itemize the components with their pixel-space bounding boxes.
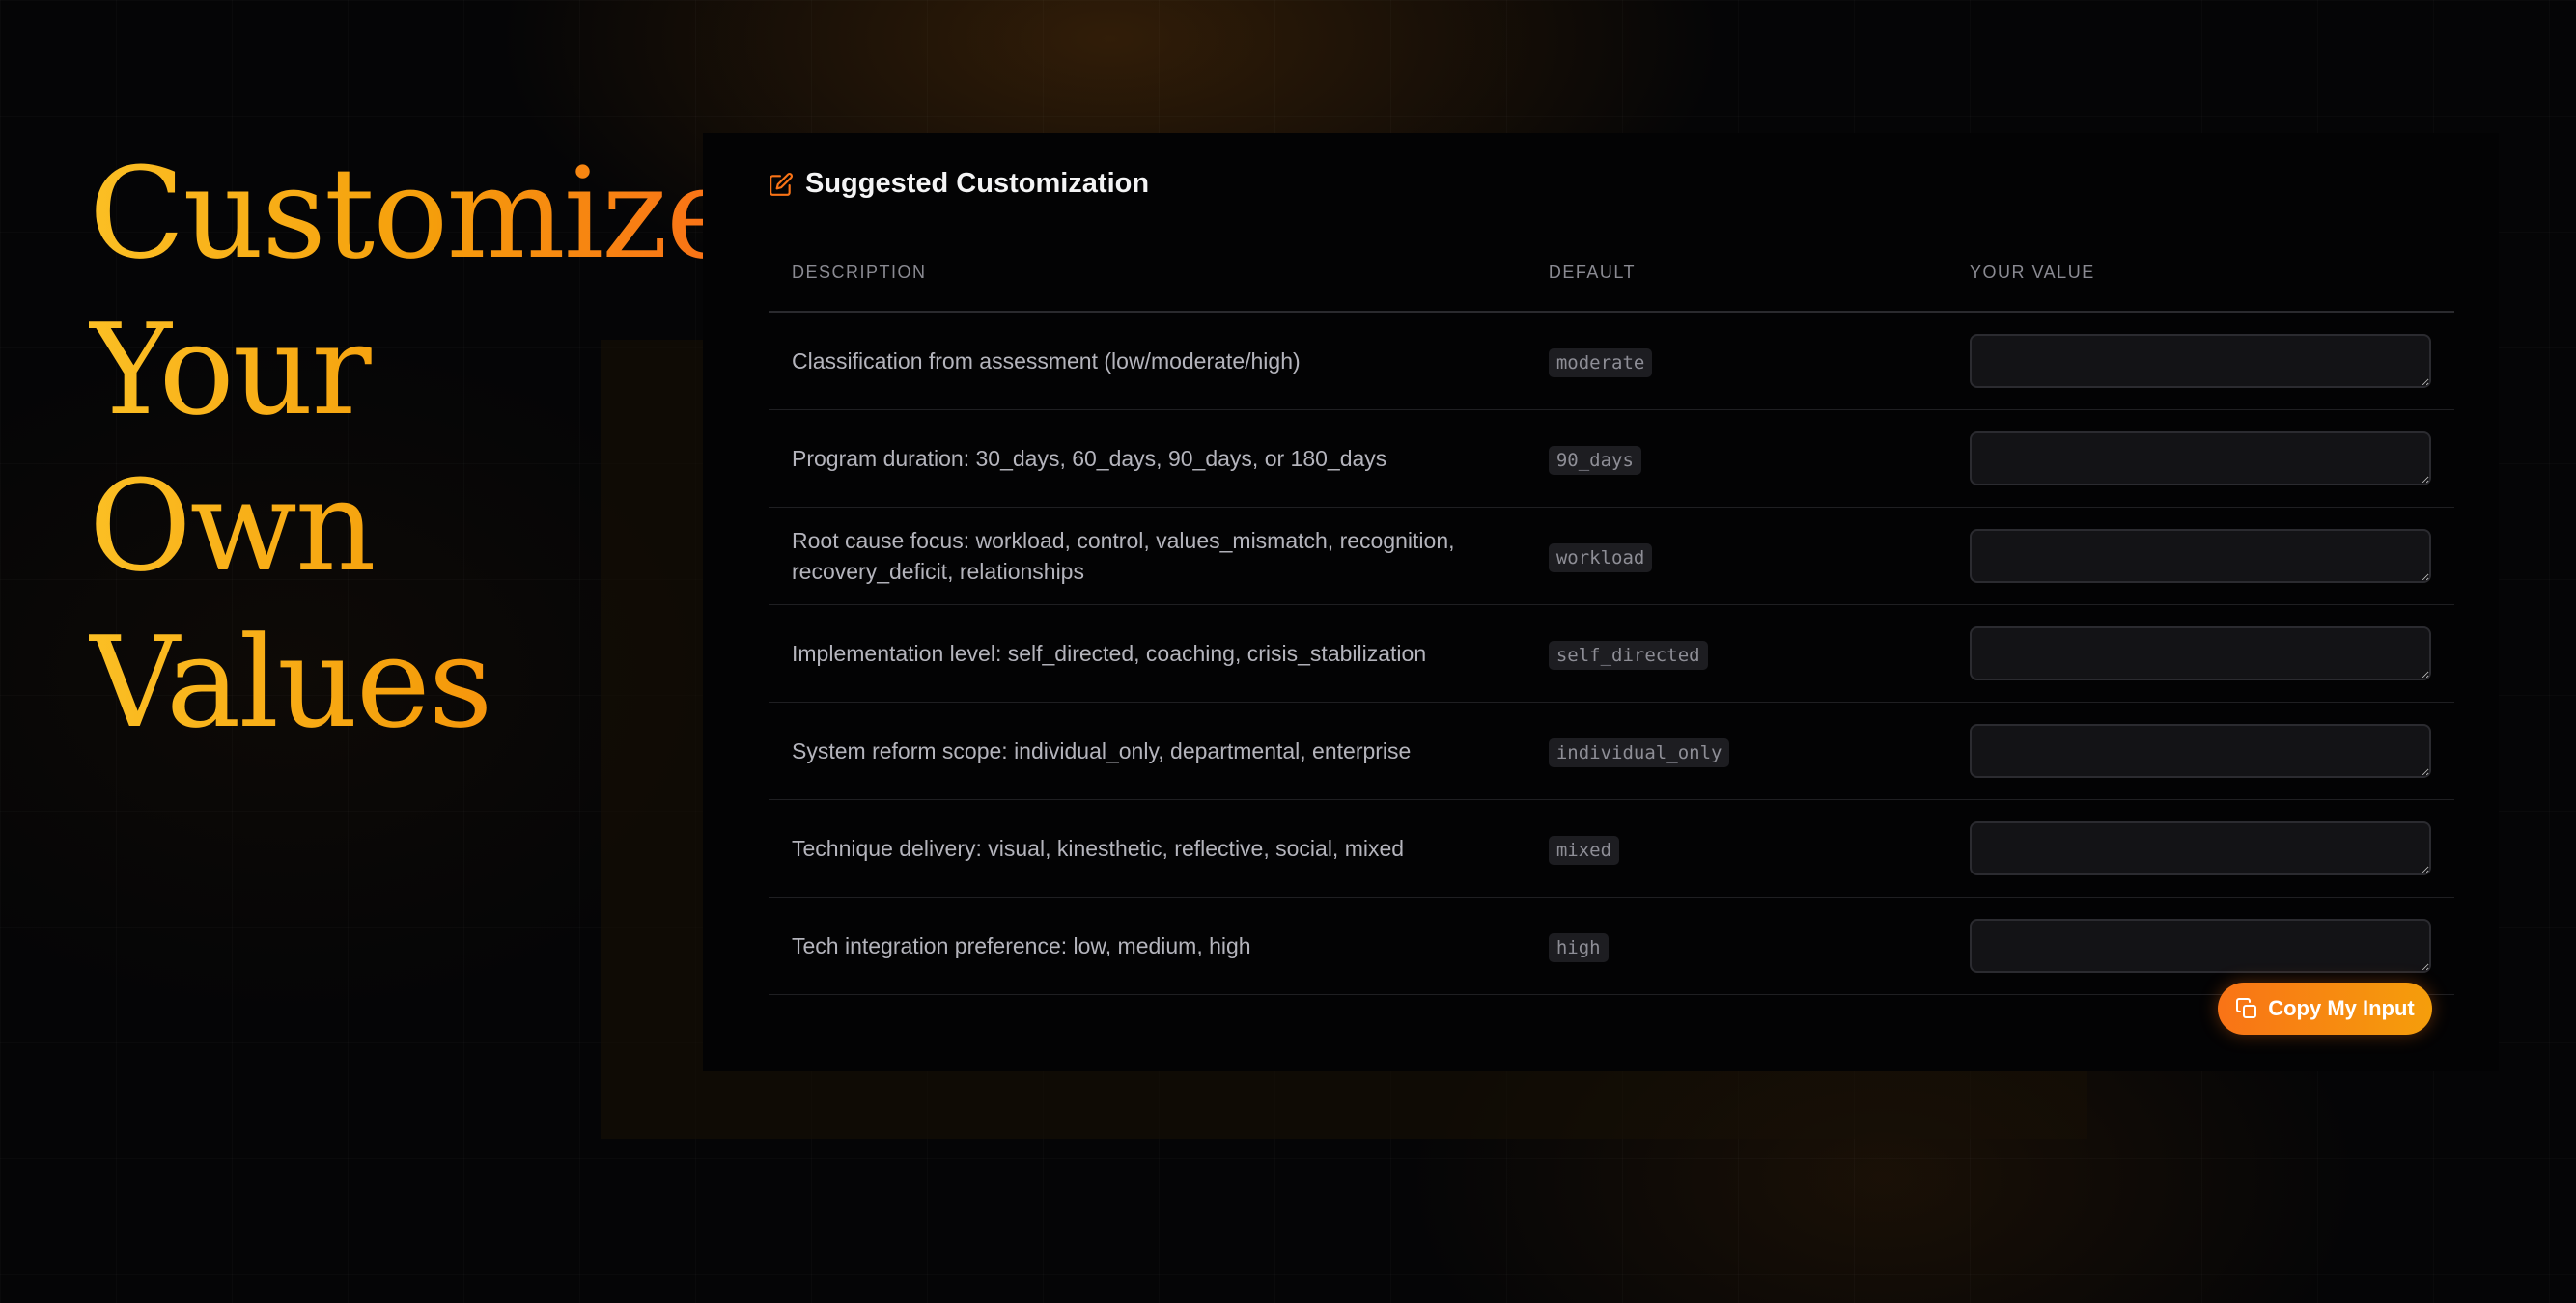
your-value-input[interactable]	[1970, 626, 2431, 680]
table-row: System reform scope: individual_only, de…	[769, 702, 2454, 800]
customization-table: DESCRIPTION DEFAULT YOUR VALUE Classific…	[769, 234, 2454, 995]
hero-line: Values	[89, 609, 491, 756]
copy-icon	[2235, 997, 2258, 1020]
panel-title: Suggested Customization	[805, 168, 1150, 199]
row-description: Root cause focus: workload, control, val…	[769, 507, 1526, 605]
default-value-badge: mixed	[1548, 835, 1620, 865]
row-description: Implementation level: self_directed, coa…	[769, 604, 1526, 703]
hero-heading: Customize Your Own Values	[89, 135, 707, 761]
row-description: Tech integration preference: low, medium…	[769, 897, 1526, 995]
row-description: System reform scope: individual_only, de…	[769, 702, 1526, 800]
your-value-input[interactable]	[1970, 334, 2431, 388]
default-value-badge: 90_days	[1548, 445, 1641, 475]
default-value-badge: individual_only	[1548, 737, 1730, 767]
your-value-input[interactable]	[1970, 529, 2431, 583]
column-header-default: DEFAULT	[1525, 234, 1946, 313]
copy-my-input-button[interactable]: Copy My Input	[2218, 983, 2432, 1035]
table-row: Root cause focus: workload, control, val…	[769, 507, 2454, 605]
table-row: Tech integration preference: low, medium…	[769, 897, 2454, 995]
table-row: Program duration: 30_days, 60_days, 90_d…	[769, 409, 2454, 508]
default-value-badge: self_directed	[1548, 640, 1708, 670]
customization-panel: Suggested Customization DESCRIPTION DEFA…	[703, 133, 2499, 1071]
row-description: Technique delivery: visual, kinesthetic,…	[769, 799, 1526, 898]
row-description: Classification from assessment (low/mode…	[769, 312, 1526, 410]
row-description: Program duration: 30_days, 60_days, 90_d…	[769, 409, 1526, 508]
your-value-input[interactable]	[1970, 821, 2431, 875]
panel-header: Suggested Customization	[769, 168, 1149, 200]
default-value-badge: moderate	[1548, 347, 1653, 377]
table-row: Classification from assessment (low/mode…	[769, 312, 2454, 410]
table-row: Technique delivery: visual, kinesthetic,…	[769, 799, 2454, 898]
column-header-description: DESCRIPTION	[769, 234, 1526, 313]
hero-line: Your	[89, 296, 370, 443]
default-value-badge: workload	[1548, 542, 1653, 572]
your-value-input[interactable]	[1970, 919, 2431, 973]
your-value-input[interactable]	[1970, 431, 2431, 485]
hero-line: Customize	[89, 140, 739, 287]
default-value-badge: high	[1548, 932, 1609, 962]
table-header-row: DESCRIPTION DEFAULT YOUR VALUE	[769, 234, 2454, 313]
edit-icon	[769, 172, 794, 197]
your-value-input[interactable]	[1970, 724, 2431, 778]
hero-line: Own	[89, 453, 375, 599]
table-row: Implementation level: self_directed, coa…	[769, 604, 2454, 703]
column-header-your-value: YOUR VALUE	[1946, 234, 2454, 313]
copy-button-label: Copy My Input	[2268, 996, 2415, 1020]
